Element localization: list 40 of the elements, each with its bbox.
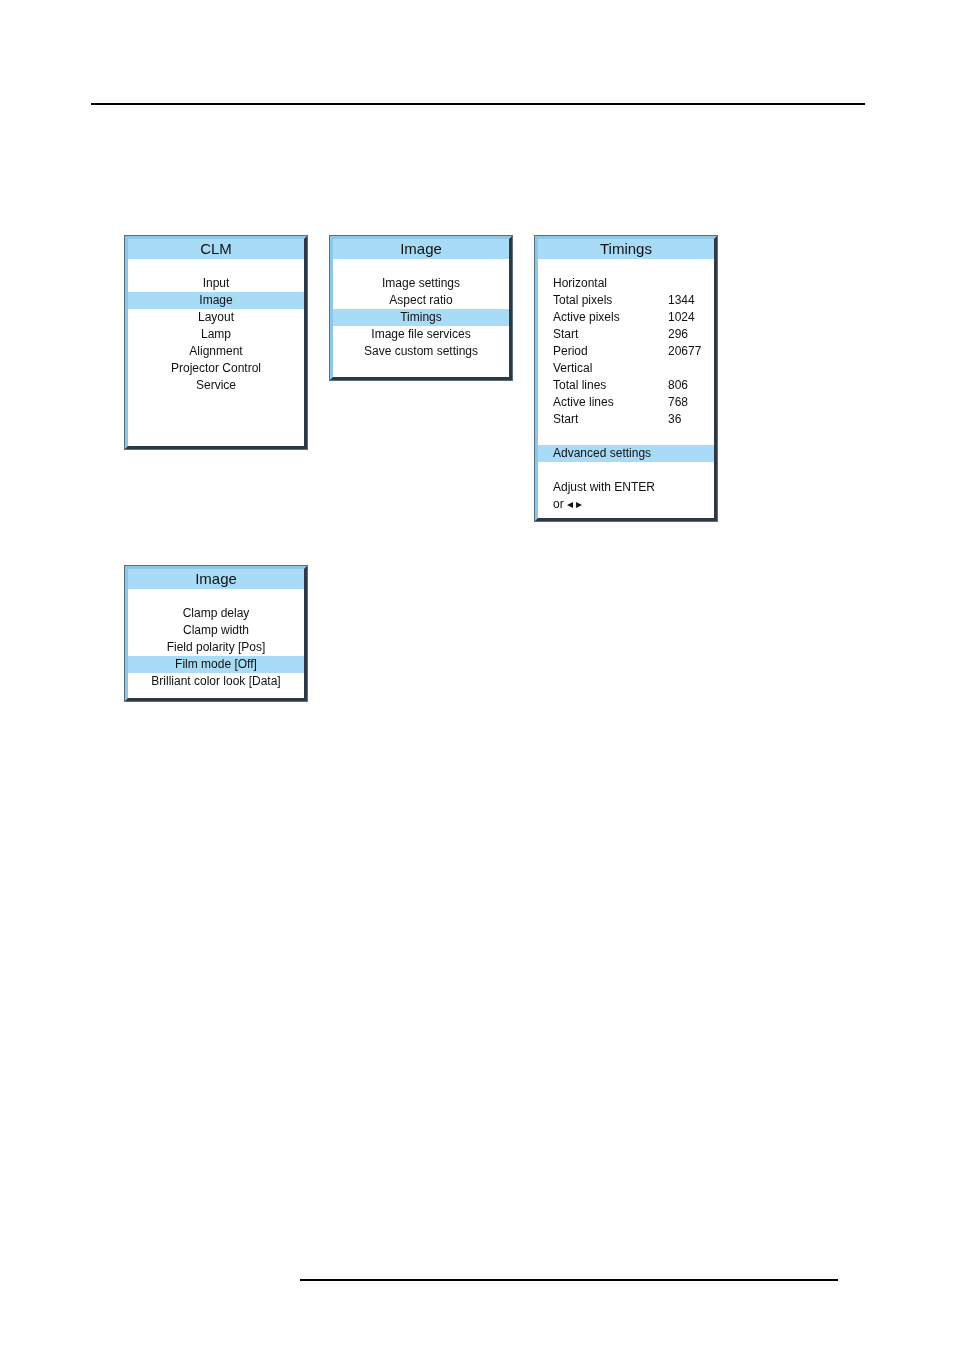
menu-item[interactable]: Advanced settings xyxy=(538,445,714,462)
reading-value: 1024 xyxy=(668,309,695,326)
reading-label: Total pixels xyxy=(553,292,614,309)
menu-item[interactable]: Lamp xyxy=(128,326,304,343)
reading-label: Active pixels xyxy=(553,309,621,326)
menu-item[interactable]: Aspect ratio xyxy=(333,292,509,309)
reading-value: 296 xyxy=(668,326,689,343)
menu-item[interactable]: Service xyxy=(128,377,304,394)
reading-label: Total lines xyxy=(553,377,608,394)
menu-item[interactable]: Timings xyxy=(333,309,509,326)
reading-label: Start xyxy=(553,411,580,428)
reading-value: 36 xyxy=(668,411,682,428)
menu-item[interactable]: Brilliant color look [Data] xyxy=(128,673,304,690)
menu-item[interactable]: Save custom settings xyxy=(333,343,509,360)
section-heading: Vertical xyxy=(552,360,594,377)
menu-item[interactable]: Alignment xyxy=(128,343,304,360)
menu-item[interactable]: Layout xyxy=(128,309,304,326)
menu-title: Image xyxy=(333,239,509,259)
menu-title: CLM xyxy=(128,239,304,259)
hint-text: or ◂ ▸ xyxy=(552,496,584,513)
reading-value: 1344 xyxy=(668,292,695,309)
reading-value: 768 xyxy=(668,394,689,411)
menu-item[interactable]: Image file services xyxy=(333,326,509,343)
reading-label: Active lines xyxy=(553,394,615,411)
menu-item[interactable]: Image settings xyxy=(333,275,509,292)
menu-title: Image xyxy=(128,569,304,589)
menu-item[interactable]: Projector Control xyxy=(128,360,304,377)
reading-value: 806 xyxy=(668,377,689,394)
reading-label: Period xyxy=(553,343,589,360)
menu-item[interactable]: Clamp width xyxy=(128,622,304,639)
menu-item[interactable]: Image xyxy=(128,292,304,309)
menu-item[interactable]: Field polarity [Pos] xyxy=(128,639,304,656)
section-heading: Horizontal xyxy=(552,275,609,292)
menu-item[interactable]: Clamp delay xyxy=(128,605,304,622)
menu-title: Timings xyxy=(538,239,714,259)
menu-item[interactable]: Film mode [Off] xyxy=(128,656,304,673)
menu-item[interactable]: Input xyxy=(128,275,304,292)
hint-text: Adjust with ENTER xyxy=(552,479,657,496)
reading-label: Start xyxy=(553,326,580,343)
reading-value: 20677 xyxy=(668,343,702,360)
